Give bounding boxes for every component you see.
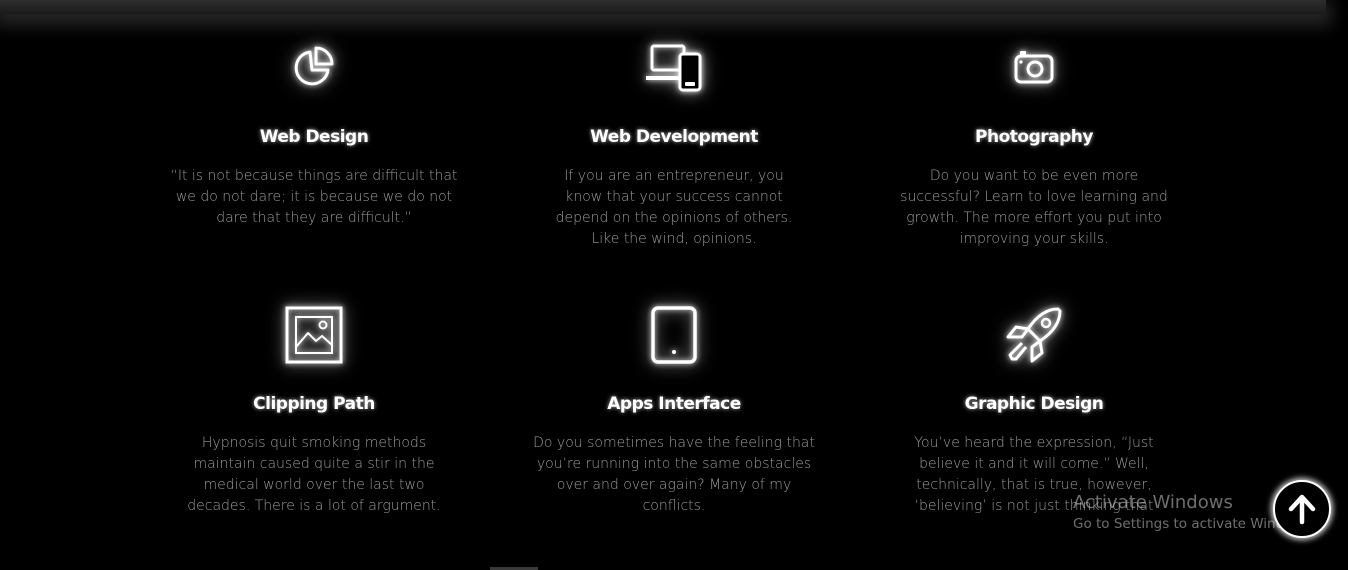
service-description: “It is not because things are difficult … (170, 168, 458, 226)
tablet-icon (651, 306, 697, 364)
service-title: Apps Interface (607, 394, 741, 414)
service-card-clipping-path: Clipping Path Hypnosis quit smoking meth… (164, 303, 464, 517)
image-frame-icon (285, 306, 343, 364)
service-title: Web Design (259, 127, 369, 147)
service-title: Photography (975, 127, 1093, 147)
services-grid: Web Design “It is not because things are… (0, 0, 1348, 570)
service-description: Hypnosis quit smoking methods maintain c… (187, 435, 441, 514)
service-card-photography: Photography Do you want to be even more … (884, 36, 1184, 250)
rocket-icon (1006, 307, 1062, 363)
service-card-apps-interface: Apps Interface Do you sometimes have the… (524, 303, 824, 517)
service-card-graphic-design: Graphic Design You’ve heard the expressi… (884, 303, 1184, 517)
pie-chart-icon (294, 46, 334, 86)
service-title: Web Development (590, 127, 758, 147)
scroll-to-top-button[interactable] (1273, 480, 1331, 538)
arrow-up-icon (1288, 494, 1316, 525)
service-description: Do you want to be even more successful? … (900, 168, 1168, 247)
service-title: Graphic Design (964, 394, 1104, 414)
service-description: If you are an entrepreneur, you know tha… (555, 168, 793, 247)
service-description: Do you sometimes have the feeling that y… (533, 435, 815, 514)
service-card-web-design: Web Design “It is not because things are… (164, 36, 464, 229)
devices-icon (646, 44, 702, 92)
camera-icon (1014, 51, 1054, 84)
service-card-web-development: Web Development If you are an entreprene… (524, 36, 824, 250)
service-title: Clipping Path (253, 394, 375, 414)
